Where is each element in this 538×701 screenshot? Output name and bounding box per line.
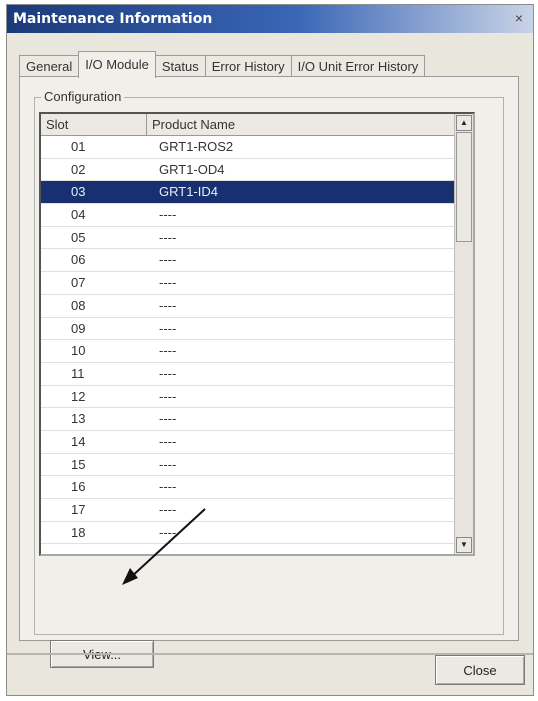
- product-name-cell: ----: [159, 411, 177, 427]
- product-name-cell: GRT1-ROS2: [159, 139, 234, 154]
- vertical-scrollbar[interactable]: ▲ ▼: [454, 114, 473, 554]
- module-list[interactable]: Slot Product Name 01 GRT1-ROS2 02 GRT1-OD4 0…: [39, 112, 475, 556]
- table-row[interactable]: 05 ----: [41, 227, 473, 250]
- product-name-cell: ----: [159, 252, 177, 268]
- slot-cell: 14: [71, 433, 86, 449]
- slot-cell: 04: [71, 207, 86, 223]
- table-row[interactable]: 16 ----: [41, 476, 473, 499]
- product-name-cell: ----: [159, 297, 177, 313]
- tab-error-history[interactable]: Error History: [204, 55, 292, 78]
- slot-cell: 01: [71, 139, 86, 154]
- table-row[interactable]: 11 ----: [41, 363, 473, 386]
- slot-cell: 08: [71, 297, 86, 313]
- product-name-cell: ----: [159, 456, 177, 472]
- scroll-thumb[interactable]: [456, 132, 472, 242]
- tab-io-module[interactable]: I/O Module: [78, 51, 156, 78]
- io-module-panel: Configuration Slot Product Name 01 GRT1-R…: [19, 76, 519, 668]
- close-button[interactable]: Close: [435, 655, 525, 685]
- product-name-cell: ----: [159, 479, 177, 495]
- table-row[interactable]: 10 ----: [41, 340, 473, 363]
- table-row[interactable]: 03 GRT1-ID4: [41, 181, 473, 205]
- configuration-label: Configuration: [41, 89, 125, 104]
- table-row[interactable]: 02 GRT1-OD4: [41, 159, 473, 182]
- slot-cell: 12: [71, 388, 86, 404]
- product-name-cell: ----: [159, 320, 177, 336]
- slot-cell: 17: [71, 502, 86, 517]
- product-name-cell: ----: [159, 207, 177, 223]
- tab-strip: General I/O Module Status Error History …: [19, 51, 426, 78]
- slot-cell: 15: [71, 456, 86, 472]
- tab-general[interactable]: General: [19, 55, 80, 78]
- slot-cell: 09: [71, 320, 86, 336]
- list-header: Slot Product Name: [41, 114, 473, 136]
- table-row[interactable]: 07 ----: [41, 272, 473, 295]
- tab-io-unit-error-history[interactable]: I/O Unit Error History: [290, 55, 426, 78]
- table-row[interactable]: 09 ----: [41, 318, 473, 341]
- scroll-up-arrow-icon[interactable]: ▲: [456, 115, 472, 131]
- table-row[interactable]: 14 ----: [41, 431, 473, 454]
- maintenance-dialog: Maintenance Information × General I/O Mo…: [6, 4, 534, 696]
- title-bar: Maintenance Information ×: [7, 5, 533, 33]
- product-name-cell: ----: [159, 524, 177, 540]
- product-name-cell: ----: [159, 275, 177, 291]
- product-name-cell: ----: [159, 365, 177, 381]
- slot-cell: 16: [71, 479, 86, 495]
- product-name-cell: ----: [159, 388, 177, 404]
- slot-cell: 10: [71, 343, 86, 359]
- table-row[interactable]: 17 ----: [41, 499, 473, 522]
- table-row[interactable]: 06 ----: [41, 249, 473, 273]
- tab-status[interactable]: Status: [154, 55, 206, 78]
- table-row[interactable]: 08 ----: [41, 295, 473, 318]
- slot-cell: 18: [71, 524, 86, 540]
- column-header-product-name[interactable]: Product Name: [147, 114, 457, 135]
- column-header-slot[interactable]: Slot: [41, 114, 147, 135]
- table-row[interactable]: 18 ----: [41, 522, 473, 545]
- slot-cell: 02: [71, 161, 86, 177]
- slot-cell: 13: [71, 411, 86, 427]
- product-name-cell: ----: [159, 229, 177, 245]
- scroll-down-arrow-icon[interactable]: ▼: [456, 537, 472, 553]
- list-rows: 01 GRT1-ROS2 02 GRT1-OD4 03 GRT1-ID4 04 ---- 05 -…: [41, 136, 473, 545]
- slot-cell: 11: [71, 365, 85, 381]
- slot-cell: 07: [71, 275, 86, 291]
- close-icon[interactable]: ×: [511, 10, 527, 26]
- table-row[interactable]: 01 GRT1-ROS2: [41, 136, 473, 159]
- slot-cell: 05: [71, 229, 86, 245]
- table-row[interactable]: 12 ----: [41, 386, 473, 409]
- product-name-cell: GRT1-ID4: [159, 184, 218, 200]
- slot-cell: 03: [71, 184, 86, 200]
- product-name-cell: ----: [159, 433, 177, 449]
- product-name-cell: ----: [159, 502, 177, 517]
- window-title: Maintenance Information: [13, 11, 213, 27]
- product-name-cell: ----: [159, 343, 177, 359]
- table-row[interactable]: 13 ----: [41, 408, 473, 431]
- table-row[interactable]: 04 ----: [41, 204, 473, 227]
- slot-cell: 06: [71, 252, 86, 268]
- product-name-cell: GRT1-OD4: [159, 161, 225, 177]
- table-row[interactable]: 15 ----: [41, 454, 473, 477]
